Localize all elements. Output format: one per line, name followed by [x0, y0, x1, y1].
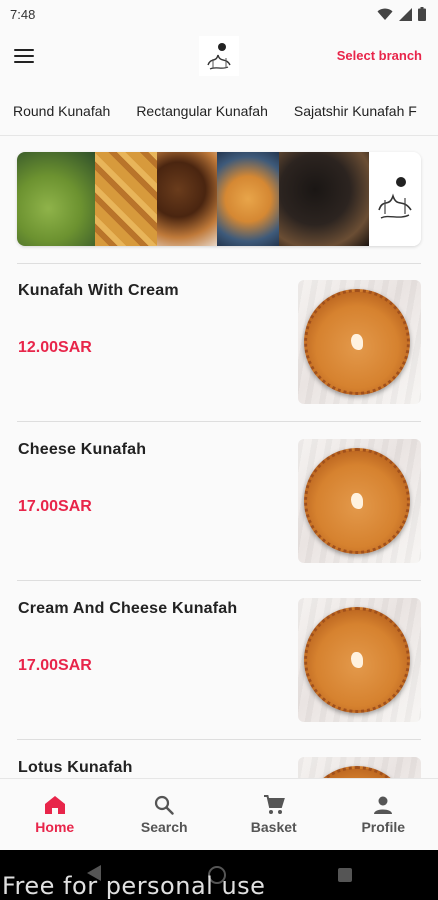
- menu-item-name: Cheese Kunafah: [18, 441, 147, 458]
- promo-banner[interactable]: [17, 152, 421, 246]
- menu-item-price: 12.00SAR: [18, 339, 92, 356]
- menu-item[interactable]: Lotus Kunafah: [0, 741, 438, 778]
- tab-sajatshir-kunafah[interactable]: Sajatshir Kunafah F: [281, 92, 430, 135]
- menu-item-image: [298, 439, 421, 563]
- banner-photo-chocolate-dessert: [157, 152, 217, 246]
- status-bar: 7:48: [0, 0, 438, 28]
- menu-item-price: 17.00SAR: [18, 498, 92, 515]
- nav-search-label: Search: [140, 818, 188, 835]
- banner-photo-coffee: [279, 152, 369, 246]
- category-tabs: Round Kunafah Rectangular Kunafah Sajats…: [0, 92, 438, 136]
- menu-item[interactable]: Cream And Cheese Kunafah 17.00SAR: [0, 582, 438, 740]
- menu-item-name: Lotus Kunafah: [18, 759, 133, 776]
- divider: [17, 739, 421, 740]
- divider: [17, 580, 421, 581]
- menu-item-price: 17.00SAR: [18, 657, 92, 674]
- nav-home-label: Home: [35, 818, 75, 835]
- menu-icon[interactable]: [14, 44, 38, 68]
- signal-icon: [399, 7, 412, 21]
- menu-item-name: Kunafah With Cream: [18, 282, 179, 299]
- nav-profile[interactable]: Profile: [329, 779, 438, 850]
- menu-item-image: [298, 757, 421, 778]
- banner-photo-pistachio-kunafah: [17, 152, 95, 246]
- app-bar: Select branch: [0, 28, 438, 84]
- select-branch-button[interactable]: Select branch: [337, 48, 422, 63]
- menu-item[interactable]: Cheese Kunafah 17.00SAR: [0, 423, 438, 581]
- search-icon: [155, 795, 174, 815]
- menu-item-image: [298, 280, 421, 404]
- nav-profile-label: Profile: [361, 818, 406, 835]
- tab-round-kunafah[interactable]: Round Kunafah: [0, 92, 123, 135]
- banner-photo-round-kunafah: [217, 152, 279, 246]
- menu-item-name: Cream And Cheese Kunafah: [18, 600, 238, 617]
- divider: [17, 421, 421, 422]
- banner-logo-icon: [369, 152, 421, 246]
- system-navigation-bar: Free for personal use: [0, 850, 438, 900]
- nav-basket-label: Basket: [250, 818, 297, 835]
- home-icon: [44, 795, 65, 814]
- store-logo-icon: [199, 36, 239, 76]
- menu-item-image: [298, 598, 421, 722]
- recent-apps-icon[interactable]: [338, 868, 352, 882]
- person-icon: [374, 796, 393, 814]
- watermark-text: Free for personal use: [2, 872, 266, 900]
- nav-home[interactable]: Home: [0, 779, 110, 850]
- nav-basket[interactable]: Basket: [219, 779, 329, 850]
- cart-icon: [263, 794, 285, 814]
- status-icons: [377, 7, 426, 21]
- tab-rectangular-kunafah[interactable]: Rectangular Kunafah: [123, 92, 281, 135]
- bottom-navigation: Home Search Basket Profile: [0, 778, 438, 850]
- nav-search[interactable]: Search: [110, 779, 220, 850]
- menu-item[interactable]: Kunafah With Cream 12.00SAR: [0, 264, 438, 422]
- battery-icon: [418, 7, 426, 21]
- status-time: 7:48: [10, 6, 36, 22]
- banner-photo-baklava: [95, 152, 157, 246]
- wifi-icon: [377, 8, 393, 20]
